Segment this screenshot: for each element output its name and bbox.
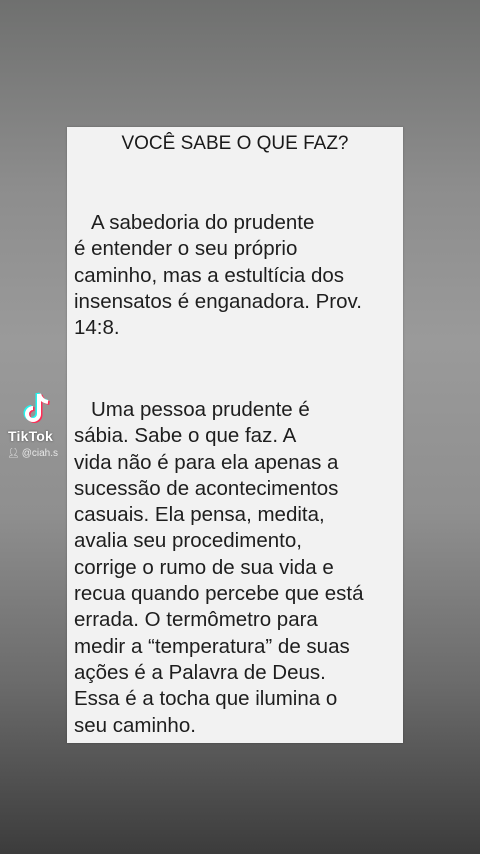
text-line: é entender o seu próprio: [74, 237, 298, 261]
text-line: sucessão de acontecimentos: [74, 476, 339, 500]
tiktok-note-icon: [23, 392, 50, 423]
tiktok-username: 👤︎ @ciah.s: [7, 448, 65, 459]
username-text: @ciah.s: [21, 448, 58, 459]
text-line: caminho, mas a estultícia dos: [74, 263, 345, 287]
tiktok-watermark: TikTok 👤︎ @ciah.s: [5, 392, 65, 472]
text-line: errada. O termômetro para: [74, 608, 318, 632]
text-line: vida não é para ela apenas a: [74, 450, 339, 474]
card-title: VOCÊ SABE O QUE FAZ?: [121, 133, 349, 154]
text-line: avalia seu procedimento,: [74, 529, 302, 553]
text-line: medir a “temperatura” de suas: [74, 634, 350, 658]
tiktok-brand-label: TikTok: [8, 428, 54, 444]
text-line: Essa é a tocha que ilumina o: [74, 687, 338, 711]
text-line: Uma pessoa prudente é: [91, 398, 310, 421]
text-line: recua quando percebe que está: [74, 582, 364, 606]
text-line: casuais. Ela pensa, medita,: [74, 503, 325, 527]
text-line: seu caminho.: [74, 713, 196, 737]
verse-paragraph: A sabedoria do prudente é entender o seu…: [74, 210, 400, 341]
text-line: sábia. Sabe o que faz. A: [74, 424, 297, 448]
text-line: ações é a Palavra de Deus.: [74, 660, 326, 684]
text-line: corrige o rumo de sua vida e: [74, 555, 334, 579]
text-line: A sabedoria do prudente: [91, 211, 315, 234]
text-line: insensatos é enganadora. Prov.: [74, 289, 362, 313]
text-card: VOCÊ SABE O QUE FAZ? A sabedoria do prud…: [67, 127, 403, 743]
person-icon: 👤︎: [7, 448, 20, 459]
reflection-paragraph: Uma pessoa prudente é sábia. Sabe o que …: [74, 397, 400, 739]
text-line: 14:8.: [74, 316, 120, 340]
